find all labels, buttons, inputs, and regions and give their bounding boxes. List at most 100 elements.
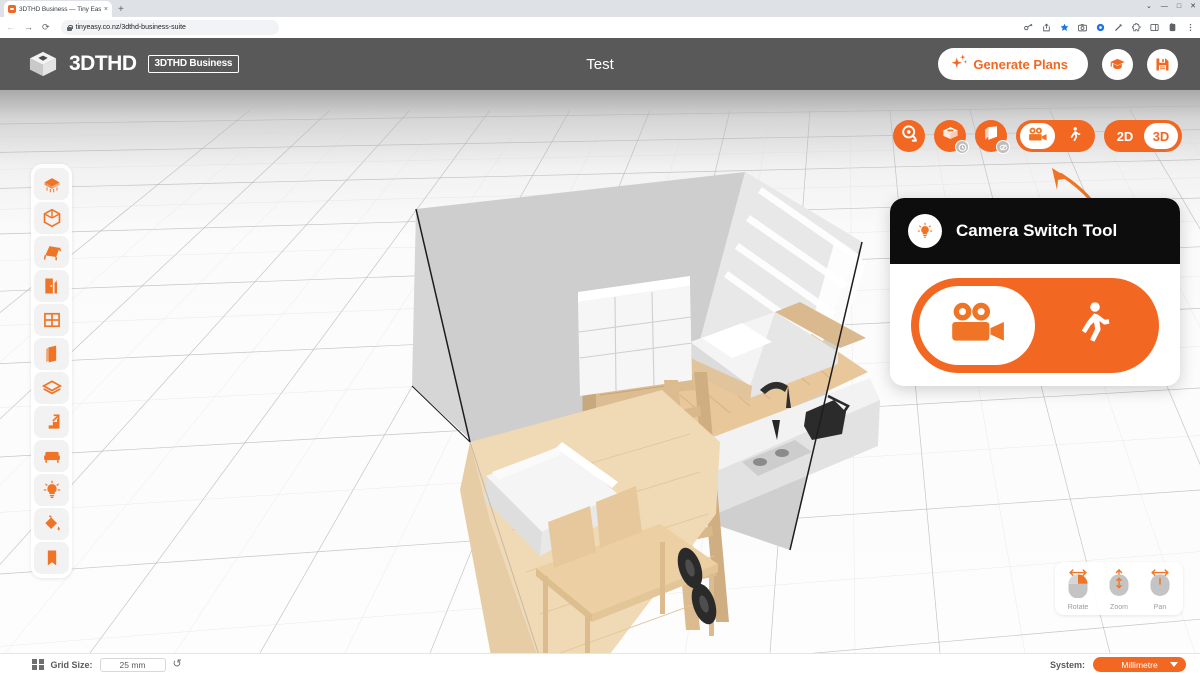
walk-icon — [1066, 126, 1083, 146]
tooltip-header: Camera Switch Tool — [890, 198, 1180, 264]
nav-helper-rotate[interactable]: Rotate — [1059, 568, 1097, 611]
browser-tab-strip: 3DTHD Business — Tiny Easy - T × + ⌄ — □… — [0, 0, 1200, 17]
tooltip-camera-mode-option[interactable] — [919, 285, 1035, 365]
puzzle-extension-icon[interactable] — [1132, 23, 1141, 32]
grid-size-control: Grid Size: ↺ — [32, 657, 182, 672]
measure-tool-button[interactable] — [893, 120, 925, 152]
forward-button[interactable]: → — [24, 23, 33, 32]
roof-icon — [42, 242, 62, 262]
camera-icon — [1027, 126, 1048, 146]
blue-circle-icon[interactable] — [1096, 23, 1105, 32]
save-button[interactable] — [1147, 48, 1178, 80]
new-tab-button[interactable]: + — [118, 5, 124, 17]
sidebar-item-bookmarks[interactable] — [34, 542, 69, 574]
bookmark-icon — [42, 548, 62, 568]
eye-off-badge-icon — [996, 140, 1010, 154]
slab-icon — [42, 174, 62, 194]
side-panel-icon[interactable] — [1150, 23, 1159, 32]
kebab-menu-icon[interactable] — [1186, 23, 1195, 32]
sidebar-item-door[interactable] — [34, 270, 69, 302]
nav-helper-pan[interactable]: Pan — [1141, 568, 1179, 611]
cube-logo-icon — [28, 50, 58, 78]
nav-helper-zoom[interactable]: Zoom — [1100, 568, 1138, 611]
browser-tab[interactable]: 3DTHD Business — Tiny Easy - T × — [4, 1, 112, 17]
address-bar-url: tinyeasy.co.nz/3dthd-business-suite — [75, 24, 186, 31]
nav-helper-zoom-label: Zoom — [1110, 604, 1128, 611]
floor-layers-icon — [41, 378, 62, 398]
floppy-disk-icon — [1154, 56, 1171, 73]
camera-switch-toggle[interactable] — [1016, 120, 1095, 152]
history-tool-button[interactable] — [934, 120, 969, 154]
share-icon[interactable] — [1042, 23, 1051, 32]
header-actions: Generate Plans — [938, 38, 1178, 90]
grid-size-input[interactable] — [99, 657, 166, 672]
clock-badge-icon — [955, 140, 969, 154]
close-window-button[interactable]: ✕ — [1190, 2, 1196, 10]
navigation-helper: Rotate Zoom Pan — [1055, 562, 1183, 615]
sidebar-item-floor[interactable] — [34, 372, 69, 404]
room-box-icon — [42, 208, 62, 228]
sidebar-item-wall[interactable] — [34, 338, 69, 370]
sidebar-item-lighting[interactable] — [34, 474, 69, 506]
view-mode-2d-option[interactable]: 2D — [1108, 123, 1142, 149]
chevron-down-icon — [1170, 662, 1178, 667]
tooltip-camera-switch-toggle[interactable] — [911, 277, 1159, 373]
sidebar-item-materials[interactable] — [34, 508, 69, 540]
light-bulb-icon — [908, 214, 942, 248]
sidebar-item-site-slab[interactable] — [34, 168, 69, 200]
sparkles-icon — [950, 53, 968, 71]
view-mode-toggle[interactable]: 2D 3D — [1104, 120, 1182, 152]
wall-icon — [42, 344, 62, 364]
generate-plans-button[interactable]: Generate Plans — [938, 48, 1088, 80]
learn-button[interactable] — [1102, 48, 1133, 80]
nav-helper-rotate-label: Rotate — [1067, 604, 1089, 611]
system-dropdown[interactable]: Millimetre — [1093, 657, 1186, 672]
browser-toolbar: ← → ⟳ tinyeasy.co.nz/3dthd-business-suit… — [0, 17, 1200, 38]
minimize-button[interactable]: — — [1161, 3, 1168, 10]
3d-viewport[interactable]: 2D 3D Camera Switch Tool Rotate Zoom Pan — [0, 90, 1200, 653]
mouse-pan-icon — [1147, 568, 1173, 603]
reload-button[interactable]: ⟳ — [42, 23, 50, 32]
tiny-house-model — [411, 172, 880, 653]
window-controls: ⌄ — □ ✕ — [1146, 2, 1196, 11]
camera-mode-option[interactable] — [1020, 123, 1055, 149]
tooltip-body — [890, 264, 1180, 386]
walk-mode-option[interactable] — [1057, 123, 1091, 149]
generate-plans-label: Generate Plans — [973, 56, 1068, 72]
screenshot-icon[interactable] — [1078, 23, 1087, 32]
sidebar-item-furniture[interactable] — [34, 440, 69, 472]
maximize-button[interactable]: □ — [1177, 3, 1181, 10]
mouse-rotate-icon — [1065, 568, 1091, 603]
bookmark-star-icon[interactable] — [1060, 23, 1069, 32]
reset-icon[interactable]: ↺ — [173, 659, 182, 670]
back-button[interactable]: ← — [6, 23, 15, 32]
application-window: 3DTHD Business — Tiny Easy - T × + ⌄ — □… — [0, 0, 1200, 675]
tool-sidebar — [31, 164, 72, 578]
door-icon — [42, 276, 62, 296]
view-mode-3d-option[interactable]: 3D — [1144, 123, 1178, 149]
visibility-tool-button[interactable] — [975, 120, 1010, 154]
sidebar-item-roof[interactable] — [34, 236, 69, 268]
tab-close-icon[interactable]: × — [104, 6, 108, 13]
stairs-icon — [42, 412, 62, 432]
logo-text: 3DTHD — [69, 52, 137, 75]
key-icon[interactable] — [1024, 23, 1033, 32]
downloads-chevron-icon[interactable]: ⌄ — [1146, 2, 1152, 10]
sidebar-item-window[interactable] — [34, 304, 69, 336]
tab-title: 3DTHD Business — Tiny Easy - T — [19, 5, 101, 13]
sidebar-item-stairs[interactable] — [34, 406, 69, 438]
mouse-zoom-icon — [1106, 568, 1132, 603]
eyedropper-icon[interactable] — [1114, 23, 1123, 32]
paint-bucket-icon — [42, 514, 62, 534]
system-dropdown-value: Millimetre — [1121, 659, 1158, 670]
unit-system-control: System: Millimetre — [1050, 657, 1186, 672]
tooltip-title: Camera Switch Tool — [956, 221, 1118, 240]
tooltip-walk-mode-option[interactable] — [1035, 286, 1151, 365]
address-bar[interactable]: tinyeasy.co.nz/3dthd-business-suite — [60, 20, 279, 35]
profile-icon[interactable] — [1168, 23, 1177, 32]
system-label: System: — [1049, 659, 1085, 670]
browser-extension-icons — [1024, 17, 1195, 38]
sidebar-item-room[interactable] — [34, 202, 69, 234]
viewport-toolbar: 2D 3D — [893, 120, 1182, 154]
app-logo[interactable]: 3DTHD 3DTHD Business — [28, 50, 240, 78]
